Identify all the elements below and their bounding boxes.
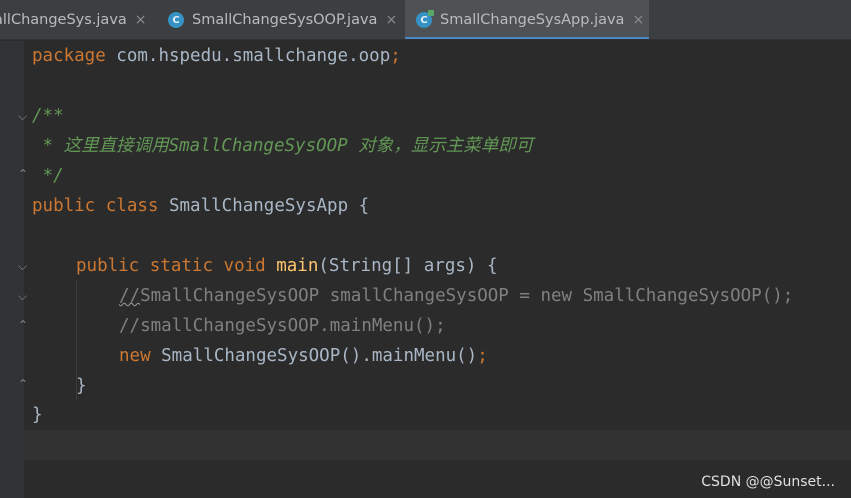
tab-smallchangesys[interactable]: allChangeSys.java ×: [0, 0, 154, 39]
close-icon[interactable]: ×: [632, 12, 644, 28]
code-line-4: * 这里直接调用SmallChangeSysOOP 对象，显示主菜单即可: [32, 136, 534, 156]
tab-smallchangesysapp[interactable]: C SmallChangeSysApp.java ×: [405, 0, 649, 39]
code-line-8: public static void main(String[] args) {: [76, 256, 498, 276]
fold-close-icon[interactable]: ⌃: [18, 319, 29, 331]
close-icon[interactable]: ×: [385, 12, 397, 28]
run-marker-icon: [428, 10, 434, 16]
fold-open-icon[interactable]: ⌵: [18, 260, 29, 272]
fold-open-icon[interactable]: ⌵: [18, 110, 29, 122]
tab-smallchangesysoop[interactable]: C SmallChangeSysOOP.java ×: [168, 0, 404, 39]
tab-label: allChangeSys.java: [0, 12, 127, 28]
code-line-3: /**: [32, 106, 64, 126]
java-class-icon: C: [168, 12, 184, 28]
csdn-watermark: CSDN @@Sunset...: [701, 474, 835, 490]
tab-label: SmallChangeSysOOP.java: [192, 12, 378, 28]
code-line-6: public class SmallChangeSysApp {: [32, 196, 370, 216]
fold-open-icon[interactable]: ⌵: [18, 290, 29, 302]
java-class-icon: C: [416, 10, 434, 28]
tab-label: SmallChangeSysApp.java: [440, 12, 625, 28]
fold-close-icon[interactable]: ⌃: [18, 168, 29, 180]
code-line-10: //smallChangeSysOOP.mainMenu();: [119, 316, 446, 336]
code-line-9: //SmallChangeSysOOP smallChangeSysOOP = …: [119, 286, 794, 306]
code-line-13: }: [32, 405, 43, 425]
current-line-highlight: [24, 430, 851, 460]
ide-window: allChangeSys.java × C SmallChangeSysOOP.…: [0, 0, 851, 498]
fold-close-icon[interactable]: ⌃: [18, 378, 29, 390]
code-line-1: package com.hspedu.smallchange.oop;: [32, 46, 401, 66]
code-line-12: }: [76, 376, 87, 396]
code-line-5: */: [32, 166, 64, 186]
editor-tab-bar: allChangeSys.java × C SmallChangeSysOOP.…: [0, 0, 851, 40]
code-editor[interactable]: ⌵ ⌃ ⌵ ⌵ ⌃ ⌃ package com.hspedu.smallchan…: [0, 41, 851, 498]
close-icon[interactable]: ×: [135, 12, 147, 28]
code-line-11: new SmallChangeSysOOP().mainMenu();: [119, 346, 488, 366]
